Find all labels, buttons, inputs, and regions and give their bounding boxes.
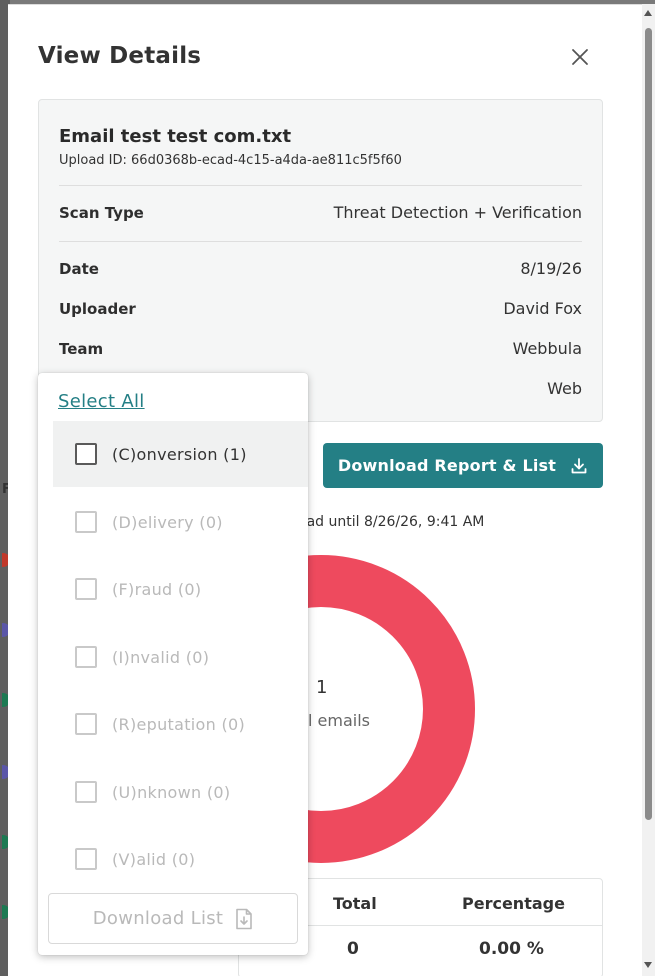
download-list-label: Download List <box>92 908 224 929</box>
team-label: Team <box>59 340 104 358</box>
option-label: (D)elivery (0) <box>112 512 223 532</box>
option-invalid[interactable]: (I)nvalid (0) <box>53 624 308 690</box>
date-value: 8/19/26 <box>520 259 582 278</box>
table-header-percentage: Percentage <box>462 894 565 913</box>
option-label: (V)alid (0) <box>112 849 196 869</box>
checkbox[interactable] <box>75 713 97 735</box>
checkbox[interactable] <box>75 511 97 533</box>
donut-total-count: 1 <box>316 677 328 698</box>
uploader-value: David Fox <box>503 299 582 318</box>
scrollbar[interactable] <box>642 4 655 976</box>
uploader-label: Uploader <box>59 300 136 318</box>
scroll-down-arrow-icon[interactable] <box>644 962 652 968</box>
option-valid[interactable]: (V)alid (0) <box>53 826 308 892</box>
scrollbar-thumb[interactable] <box>645 28 652 820</box>
table-header-total: Total <box>333 894 377 913</box>
checkbox[interactable] <box>75 578 97 600</box>
file-download-icon <box>236 908 253 929</box>
download-list-dropdown: Select All (C)onversion (1) (D)elivery (… <box>38 373 308 955</box>
option-conversion[interactable]: (C)onversion (1) <box>53 421 308 487</box>
table-cell-total: 0 <box>347 939 359 959</box>
option-fraud[interactable]: (F)raud (0) <box>53 556 308 622</box>
option-unknown[interactable]: (U)nknown (0) <box>53 759 308 825</box>
source-value: Web <box>547 379 582 398</box>
date-label: Date <box>59 260 99 278</box>
donut-total-label: l emails <box>308 711 370 730</box>
scan-type-label: Scan Type <box>59 204 144 222</box>
option-label: (C)onversion (1) <box>112 444 247 464</box>
checkbox[interactable] <box>75 646 97 668</box>
team-value: Webbula <box>512 339 582 358</box>
close-icon[interactable] <box>568 45 592 69</box>
scroll-up-arrow-icon[interactable] <box>644 10 652 16</box>
checkbox[interactable] <box>75 848 97 870</box>
file-name: Email test test com.txt <box>59 126 292 147</box>
option-label: (F)raud (0) <box>112 579 202 599</box>
option-label: (I)nvalid (0) <box>112 647 210 667</box>
divider <box>59 241 582 242</box>
divider <box>59 185 582 186</box>
checkbox[interactable] <box>75 443 97 465</box>
option-delivery[interactable]: (D)elivery (0) <box>53 489 308 555</box>
modal-title: View Details <box>38 43 202 69</box>
download-icon <box>571 457 587 473</box>
table-cell-percentage: 0.00 % <box>479 939 544 959</box>
download-availability-text: oad until 8/26/26, 9:41 AM <box>298 514 485 530</box>
download-report-label: Download Report & List <box>337 456 557 475</box>
select-all-link[interactable]: Select All <box>58 391 145 412</box>
download-report-button[interactable]: Download Report & List <box>323 443 603 488</box>
option-label: (R)eputation (0) <box>112 714 246 734</box>
checkbox[interactable] <box>75 781 97 803</box>
upload-id: Upload ID: 66d0368b-ecad-4c15-a4da-ae811… <box>59 153 402 168</box>
option-label: (U)nknown (0) <box>112 782 231 802</box>
option-reputation[interactable]: (R)eputation (0) <box>53 691 308 757</box>
scan-type-value: Threat Detection + Verification <box>333 203 582 222</box>
download-list-button[interactable]: Download List <box>48 893 298 944</box>
